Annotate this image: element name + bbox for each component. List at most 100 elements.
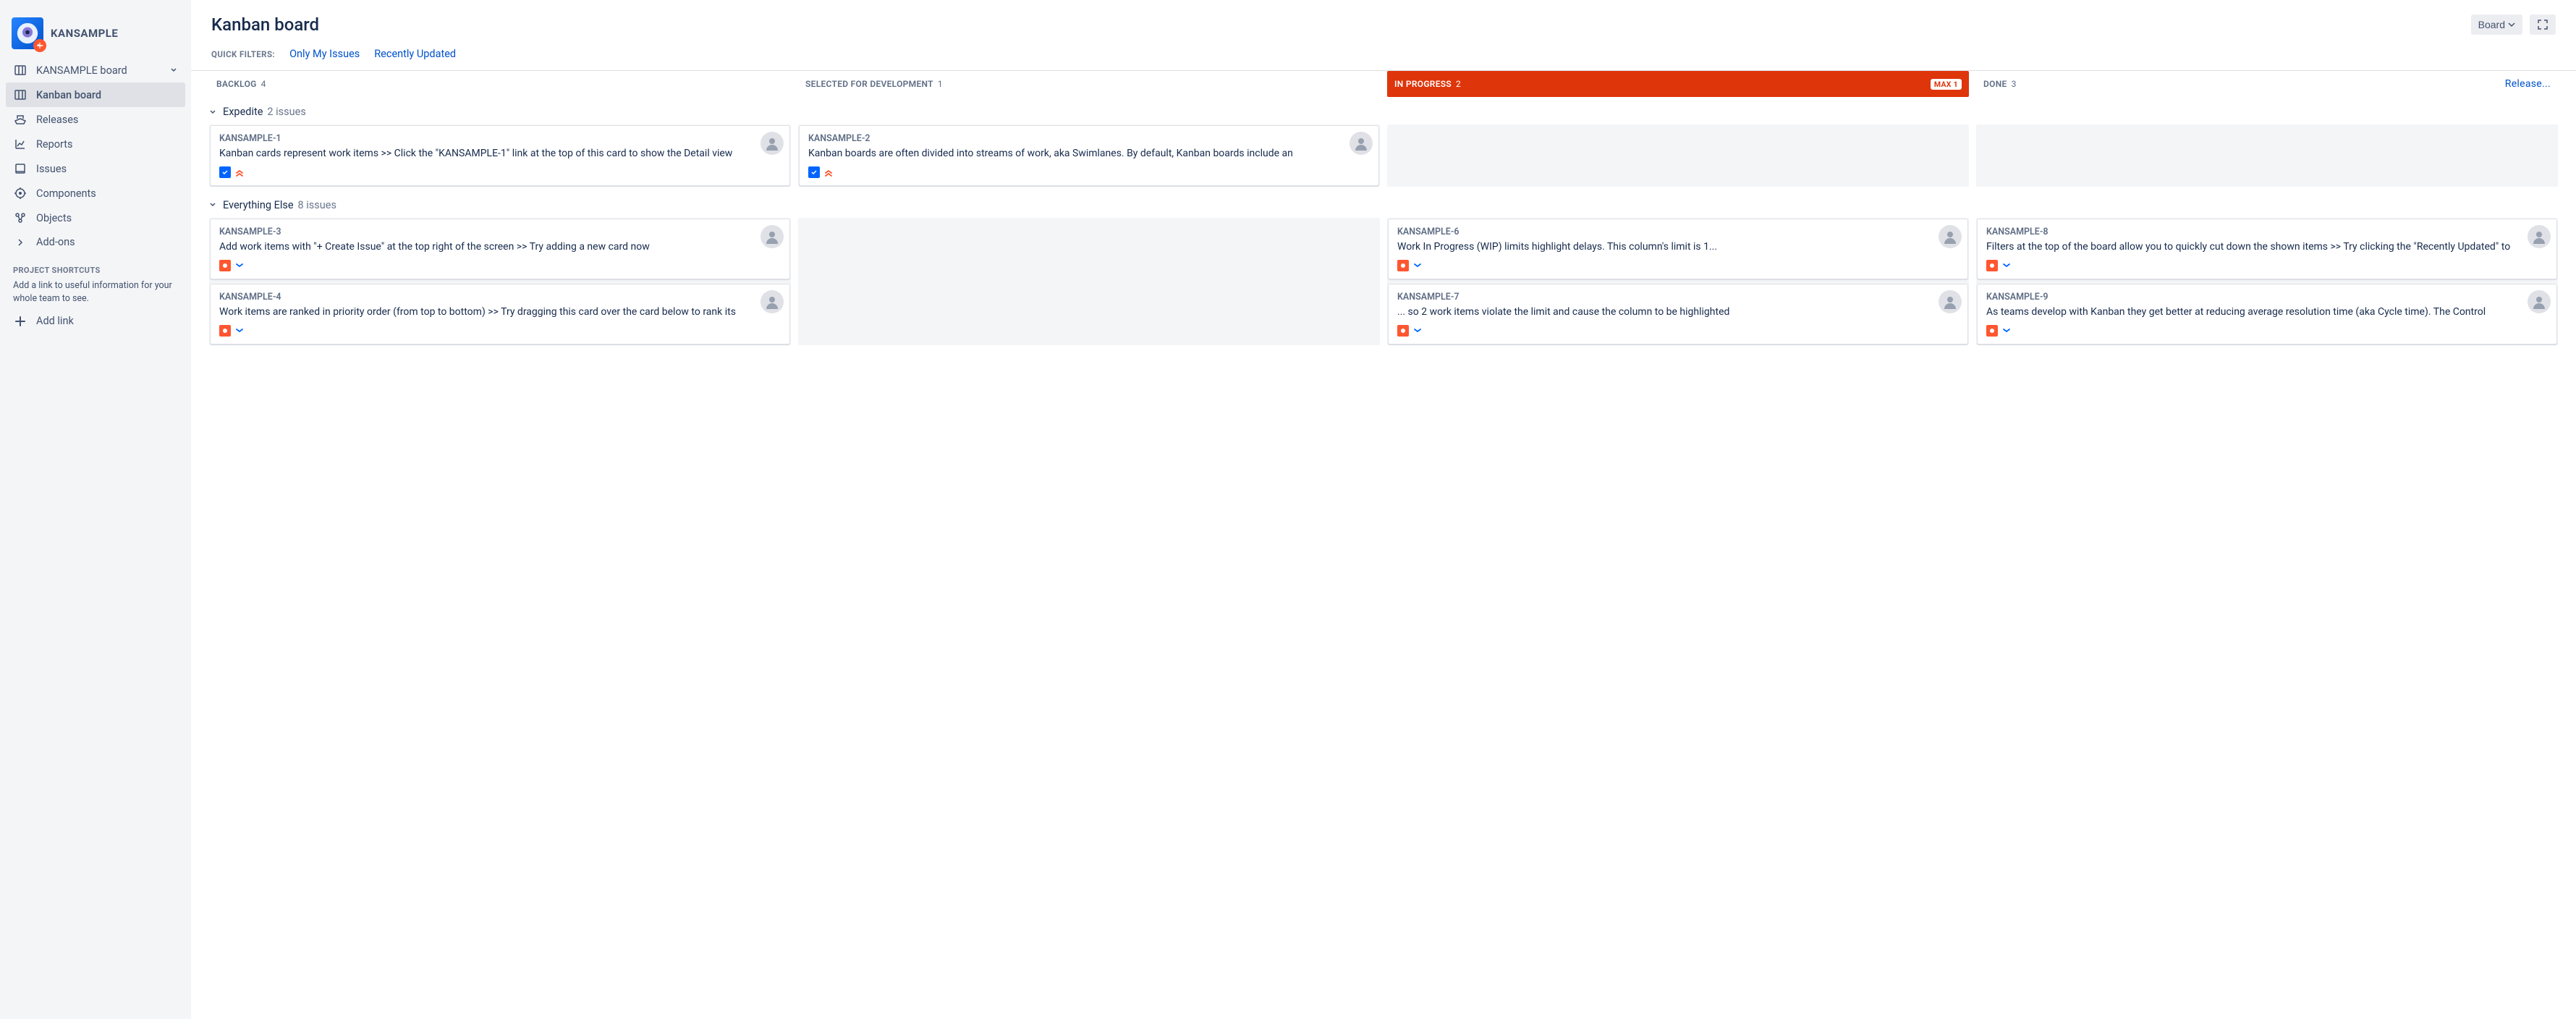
main-content: Kanban board Board QUICK FILTERS: Only M… bbox=[191, 0, 2576, 1019]
filter-only-my-issues[interactable]: Only My Issues bbox=[289, 48, 360, 60]
issue-summary: Kanban cards represent work items >> Cli… bbox=[219, 147, 781, 161]
sidebar: KANSAMPLE KANSAMPLE board Kanban boardRel… bbox=[0, 0, 191, 1019]
issue-key[interactable]: KANSAMPLE-1 bbox=[219, 133, 781, 144]
sidebar-item-components[interactable]: Components bbox=[6, 181, 185, 206]
issue-summary: Work In Progress (WIP) limits highlight … bbox=[1397, 240, 1959, 254]
filters-label: QUICK FILTERS: bbox=[211, 49, 275, 59]
task-type-icon bbox=[219, 166, 231, 178]
add-link-button[interactable]: Add link bbox=[6, 309, 185, 333]
story-type-icon bbox=[1986, 325, 1998, 337]
issue-card[interactable]: KANSAMPLE-1 Kanban cards represent work i… bbox=[210, 125, 790, 186]
story-type-icon bbox=[1397, 260, 1409, 271]
swimlane-header[interactable]: Everything Else 8 issues bbox=[206, 196, 2562, 214]
chevron-right-icon bbox=[13, 237, 27, 248]
assignee-avatar[interactable] bbox=[760, 225, 784, 248]
shortcuts-description: Add a link to useful information for you… bbox=[6, 278, 185, 309]
board-icon bbox=[13, 64, 27, 77]
sidebar-item-kansample-board[interactable]: KANSAMPLE board bbox=[6, 58, 185, 83]
chevron-down-icon bbox=[2508, 21, 2515, 28]
expand-icon bbox=[2537, 19, 2549, 30]
issue-card[interactable]: KANSAMPLE-7... so 2 work items violate t… bbox=[1388, 284, 1968, 344]
column-dropzone[interactable] bbox=[798, 218, 1380, 345]
swimlane-everything-else: Everything Else 8 issues KANSAMPLE-3 Add w… bbox=[197, 190, 2570, 349]
issue-card[interactable]: KANSAMPLE-9 As teams develop with Kanban … bbox=[1977, 284, 2557, 344]
column-header-backlog: BACKLOG 4 bbox=[209, 71, 791, 97]
assignee-avatar[interactable] bbox=[1939, 225, 1962, 248]
issue-key[interactable]: KANSAMPLE-6 bbox=[1397, 227, 1959, 237]
issue-summary: As teams develop with Kanban they get be… bbox=[1986, 305, 2548, 319]
fullscreen-button[interactable] bbox=[2530, 14, 2556, 35]
priority-highest-icon bbox=[823, 166, 834, 178]
chevron-down-icon bbox=[207, 106, 219, 118]
column-dropzone[interactable]: KANSAMPLE-1 Kanban cards represent work i… bbox=[209, 124, 791, 187]
project-header: KANSAMPLE bbox=[6, 14, 185, 58]
assignee-avatar[interactable] bbox=[1350, 132, 1373, 155]
issue-key[interactable]: KANSAMPLE-8 bbox=[1986, 227, 2548, 237]
sidebar-item-issues[interactable]: Issues bbox=[6, 156, 185, 181]
priority-low-icon bbox=[2001, 325, 2012, 337]
column-dropzone[interactable] bbox=[1976, 124, 2558, 187]
release-link[interactable]: Release... bbox=[2505, 78, 2551, 90]
priority-highest-icon bbox=[234, 166, 245, 178]
issue-summary: Add work items with "+ Create Issue" at … bbox=[219, 240, 781, 254]
chevron-down-icon bbox=[207, 199, 219, 211]
priority-low-icon bbox=[1412, 325, 1423, 337]
assignee-avatar[interactable] bbox=[1939, 290, 1962, 313]
issue-card[interactable]: KANSAMPLE-6 Work In Progress (WIP) limits… bbox=[1388, 219, 1968, 279]
issue-card[interactable]: KANSAMPLE-4 Work items are ranked in prio… bbox=[210, 284, 790, 344]
column-dropzone[interactable] bbox=[1387, 124, 1969, 187]
issue-key[interactable]: KANSAMPLE-4 bbox=[219, 292, 781, 303]
issue-card[interactable]: KANSAMPLE-8 Filters at the top of the boa… bbox=[1977, 219, 2557, 279]
issue-card[interactable]: KANSAMPLE-2 Kanban boards are often divid… bbox=[799, 125, 1379, 186]
project-name: KANSAMPLE bbox=[51, 27, 118, 40]
issue-card[interactable]: KANSAMPLE-3 Add work items with "+ Create… bbox=[210, 219, 790, 279]
swimlane-expedite: Expedite 2 issues KANSAMPLE-1 Kanban cards… bbox=[197, 97, 2570, 190]
ship-icon bbox=[13, 113, 27, 126]
priority-low-icon bbox=[2001, 260, 2012, 271]
chart-icon bbox=[13, 138, 27, 151]
issue-key[interactable]: KANSAMPLE-7 bbox=[1397, 292, 1959, 303]
issues-icon bbox=[13, 162, 27, 175]
issue-key[interactable]: KANSAMPLE-2 bbox=[808, 133, 1370, 144]
shortcuts-heading: PROJECT SHORTCUTS bbox=[6, 254, 185, 278]
board-icon bbox=[13, 88, 27, 101]
column-dropzone[interactable]: KANSAMPLE-2 Kanban boards are often divid… bbox=[798, 124, 1380, 187]
assignee-avatar[interactable] bbox=[2528, 225, 2551, 248]
story-type-icon bbox=[219, 260, 231, 271]
assignee-avatar[interactable] bbox=[2528, 290, 2551, 313]
issue-summary: Kanban boards are often divided into str… bbox=[808, 147, 1370, 161]
column-dropzone[interactable]: KANSAMPLE-3 Add work items with "+ Create… bbox=[209, 218, 791, 345]
sidebar-item-releases[interactable]: Releases bbox=[6, 107, 185, 132]
sidebar-item-reports[interactable]: Reports bbox=[6, 132, 185, 156]
project-type-badge bbox=[33, 39, 46, 52]
story-type-icon bbox=[1986, 260, 1998, 271]
sidebar-item-label: Objects bbox=[36, 212, 72, 224]
filter-recently-updated[interactable]: Recently Updated bbox=[374, 48, 456, 60]
page-title: Kanban board bbox=[211, 14, 319, 35]
priority-low-icon bbox=[234, 260, 245, 271]
quick-filters: QUICK FILTERS: Only My Issues Recently U… bbox=[191, 35, 2576, 70]
sidebar-item-kanban-board[interactable]: Kanban board bbox=[6, 83, 185, 107]
issue-summary: Filters at the top of the board allow yo… bbox=[1986, 240, 2548, 254]
board-dropdown-button[interactable]: Board bbox=[2471, 14, 2522, 35]
assignee-avatar[interactable] bbox=[760, 290, 784, 313]
sidebar-item-label: KANSAMPLE board bbox=[36, 64, 127, 77]
issue-key[interactable]: KANSAMPLE-9 bbox=[1986, 292, 2548, 303]
project-avatar[interactable] bbox=[12, 17, 43, 49]
task-type-icon bbox=[808, 166, 820, 178]
column-dropzone[interactable]: KANSAMPLE-8 Filters at the top of the boa… bbox=[1976, 218, 2558, 345]
issue-key[interactable]: KANSAMPLE-3 bbox=[219, 227, 781, 237]
sidebar-item-objects[interactable]: Objects bbox=[6, 206, 185, 230]
column-header-selected-for-development: SELECTED FOR DEVELOPMENT 1 bbox=[798, 71, 1380, 97]
component-icon bbox=[13, 187, 27, 200]
sidebar-item-add-ons[interactable]: Add-ons bbox=[6, 230, 185, 254]
add-link-label: Add link bbox=[36, 315, 74, 327]
plus-icon bbox=[13, 316, 27, 327]
column-dropzone[interactable]: KANSAMPLE-6 Work In Progress (WIP) limits… bbox=[1387, 218, 1969, 345]
objects-icon bbox=[13, 211, 27, 224]
story-type-icon bbox=[1397, 325, 1409, 337]
issue-summary: Work items are ranked in priority order … bbox=[219, 305, 781, 319]
assignee-avatar[interactable] bbox=[760, 132, 784, 155]
sidebar-item-label: Add-ons bbox=[36, 236, 75, 248]
swimlane-header[interactable]: Expedite 2 issues bbox=[206, 103, 2562, 121]
